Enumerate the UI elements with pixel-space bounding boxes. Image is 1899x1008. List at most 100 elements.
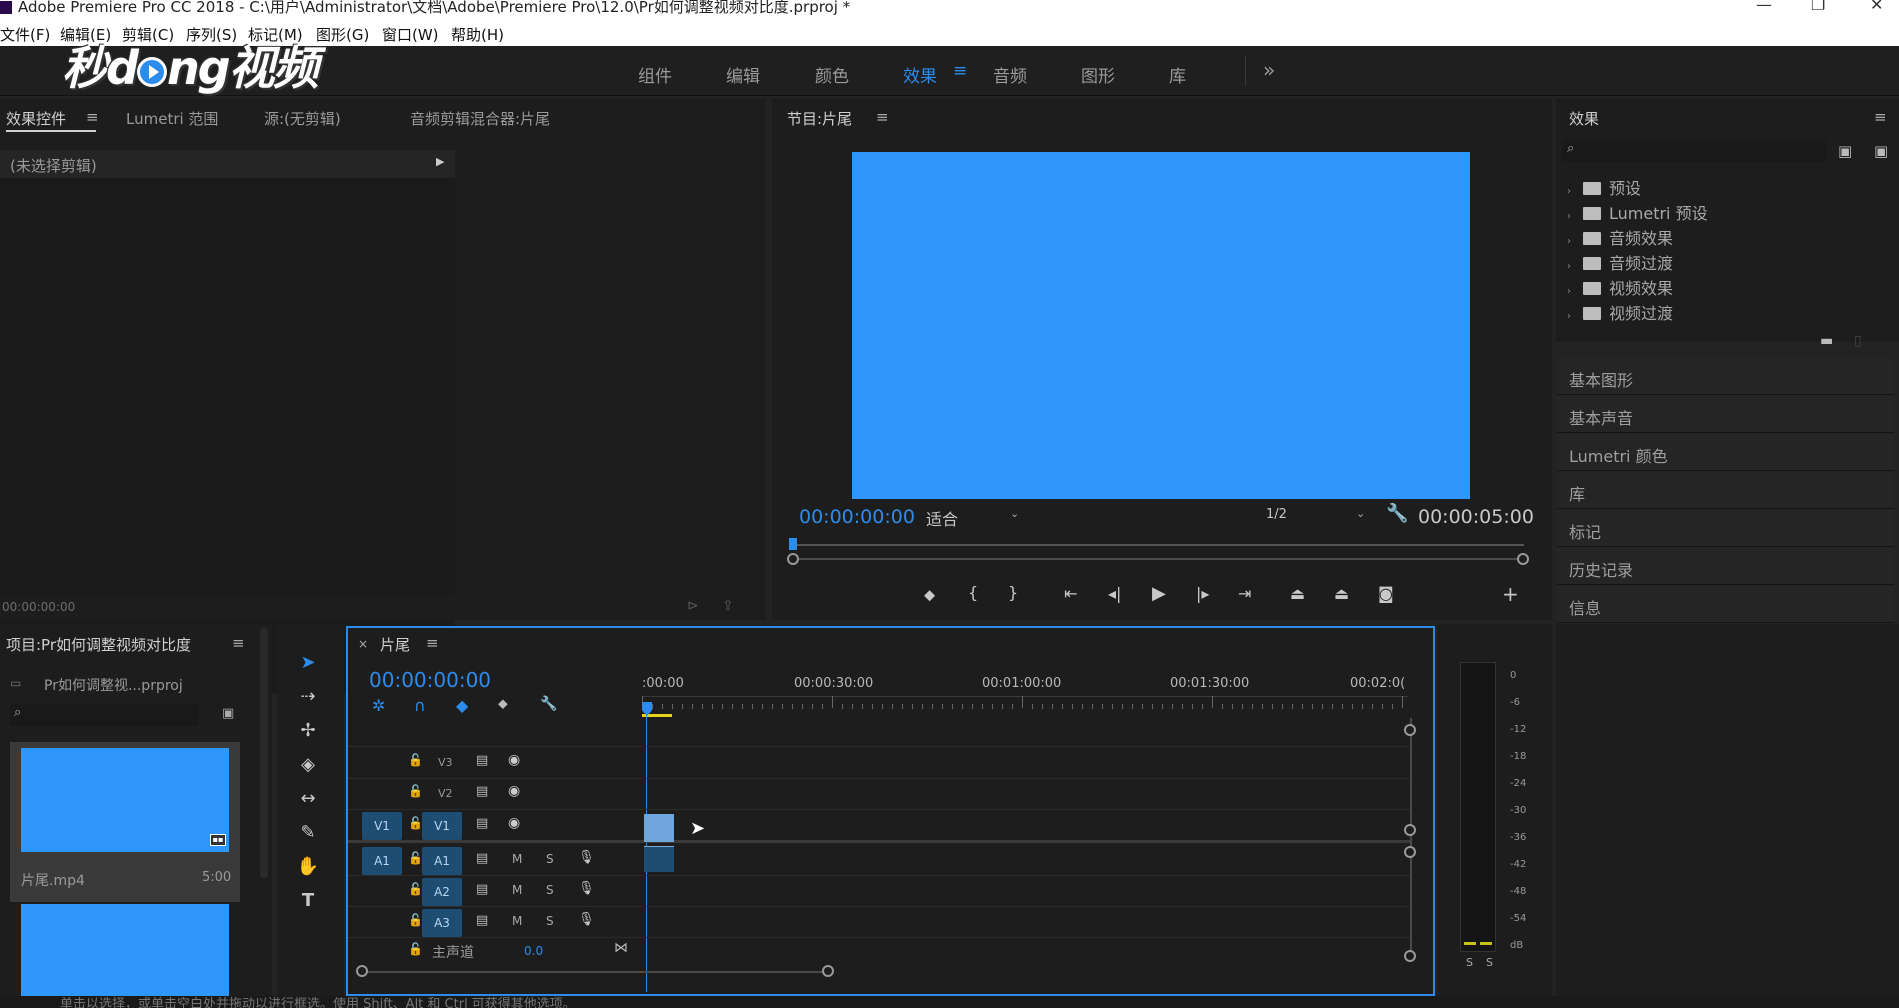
- tab-lumetri-scopes[interactable]: Lumetri 范围: [126, 108, 218, 129]
- program-menu-icon[interactable]: ≡: [876, 108, 889, 126]
- solo-button[interactable]: S: [546, 852, 554, 866]
- project-scrollbar[interactable]: [260, 628, 268, 878]
- effects-folder-audio-transitions[interactable]: › 音频过渡: [1567, 250, 1673, 274]
- pen-tool-icon[interactable]: ✎: [296, 822, 320, 846]
- menu-help[interactable]: 帮助(H): [451, 24, 504, 45]
- zoom-handle-left[interactable]: [787, 553, 799, 565]
- wrench-icon[interactable]: 🔧: [1386, 503, 1408, 524]
- close-tab-icon[interactable]: ×: [358, 637, 368, 651]
- track-target-v1[interactable]: V1: [422, 812, 462, 840]
- mute-button[interactable]: M: [512, 914, 522, 928]
- nest-icon[interactable]: ✲: [372, 696, 385, 715]
- vscroll-handle-bottom[interactable]: [1404, 950, 1416, 962]
- video-clip[interactable]: [644, 814, 674, 842]
- workspace-color[interactable]: 颜色: [815, 62, 849, 87]
- effects-menu-icon[interactable]: ≡: [1874, 108, 1887, 126]
- expand-arrow-icon[interactable]: ▶: [436, 155, 444, 168]
- vscroll-handle-video[interactable]: [1404, 824, 1416, 836]
- accelerated-effects-icon[interactable]: ▣: [1838, 142, 1852, 160]
- program-monitor-title[interactable]: 节目:片尾: [787, 108, 852, 129]
- microphone-icon[interactable]: 🎙: [578, 850, 595, 865]
- section-libraries[interactable]: 库: [1557, 472, 1894, 509]
- snap-magnet-icon[interactable]: ∩: [414, 696, 426, 715]
- type-tool-icon[interactable]: T: [296, 890, 320, 914]
- lock-icon[interactable]: 🔓: [408, 942, 423, 956]
- track-target-a1[interactable]: A1: [422, 847, 462, 875]
- lock-icon[interactable]: 🔓: [408, 913, 423, 927]
- clip-thumbnail-card[interactable]: ▪▪ 片尾.mp4 5:00: [10, 742, 240, 902]
- workspace-audio[interactable]: 音频: [993, 62, 1027, 87]
- timeline-title[interactable]: 片尾: [380, 634, 410, 655]
- workspace-editing[interactable]: 编辑: [726, 62, 760, 87]
- track-target-a3[interactable]: A3: [422, 909, 462, 937]
- eye-icon[interactable]: ◉: [508, 815, 520, 831]
- solo-left-button[interactable]: S: [1466, 956, 1473, 969]
- sync-lock-icon[interactable]: ▤: [476, 784, 488, 799]
- add-button-icon[interactable]: +: [1502, 582, 1519, 606]
- master-volume-value[interactable]: 0.0: [524, 944, 543, 958]
- sync-lock-icon[interactable]: ▤: [476, 753, 488, 768]
- step-back-icon[interactable]: ◂|: [1108, 584, 1121, 603]
- effect-controls-menu-icon[interactable]: ≡: [86, 108, 99, 126]
- microphone-icon[interactable]: 🎙: [578, 881, 595, 896]
- selection-tool-icon[interactable]: ➤: [296, 652, 320, 676]
- solo-button[interactable]: S: [546, 914, 554, 928]
- timeline-horizontal-scroll[interactable]: [362, 971, 826, 973]
- workspace-effects[interactable]: 效果: [903, 62, 937, 87]
- export-icon[interactable]: ⇪: [722, 598, 734, 614]
- timeline-vertical-scroll[interactable]: [1410, 718, 1412, 958]
- new-bin-icon[interactable]: ▬: [1820, 333, 1833, 349]
- add-marker-icon[interactable]: ⬥: [498, 696, 508, 712]
- section-lumetri-color[interactable]: Lumetri 颜色: [1557, 434, 1894, 471]
- source-patch-v1[interactable]: V1: [362, 812, 402, 840]
- mark-in-icon[interactable]: {: [968, 583, 978, 602]
- track-target-a2[interactable]: A2: [422, 878, 462, 906]
- menu-window[interactable]: 窗口(W): [382, 24, 439, 45]
- workspace-more-icon[interactable]: »: [1263, 58, 1275, 82]
- minimize-button[interactable]: —: [1756, 0, 1772, 13]
- hscroll-handle-left[interactable]: [356, 965, 368, 977]
- slip-tool-icon[interactable]: ↔: [296, 788, 320, 812]
- effects-folder-lumetri-presets[interactable]: › Lumetri 预设: [1567, 200, 1708, 224]
- lift-icon[interactable]: ⏏: [1290, 584, 1305, 603]
- project-menu-icon[interactable]: ≡: [232, 634, 245, 652]
- hscroll-handle-right[interactable]: [822, 965, 834, 977]
- lock-icon[interactable]: 🔓: [408, 816, 423, 830]
- track-select-tool-icon[interactable]: ⇢: [296, 686, 320, 710]
- tab-effect-controls[interactable]: 效果控件: [6, 108, 66, 129]
- sync-lock-icon[interactable]: ▤: [476, 851, 488, 866]
- lock-icon[interactable]: 🔓: [408, 784, 423, 798]
- clip-thumbnail-2[interactable]: [21, 904, 229, 1002]
- go-to-out-icon[interactable]: ⇥: [1238, 584, 1251, 603]
- mute-button[interactable]: M: [512, 852, 522, 866]
- mark-out-icon[interactable]: }: [1008, 583, 1018, 602]
- mute-button[interactable]: M: [512, 883, 522, 897]
- section-essential-sound[interactable]: 基本声音: [1557, 396, 1894, 433]
- eye-icon[interactable]: ◉: [508, 752, 520, 768]
- master-go-icon[interactable]: ⋈: [614, 940, 628, 956]
- fit-dropdown[interactable]: 适合 ⌄: [926, 504, 1026, 529]
- monitor-playhead[interactable]: [789, 538, 797, 550]
- hand-tool-icon[interactable]: ✋: [296, 856, 320, 880]
- play-icon[interactable]: ▶: [1152, 583, 1166, 604]
- workspace-graphics[interactable]: 图形: [1081, 62, 1115, 87]
- effects-folder-audio-effects[interactable]: › 音频效果: [1567, 225, 1673, 249]
- workspace-libraries[interactable]: 库: [1169, 62, 1186, 87]
- playhead-timecode[interactable]: 00:00:00:00: [799, 506, 915, 528]
- monitor-zoom-bar[interactable]: [792, 558, 1520, 560]
- sync-lock-icon[interactable]: ▤: [476, 882, 488, 897]
- effects-folder-presets[interactable]: › 预设: [1567, 175, 1641, 199]
- audio-clip[interactable]: [644, 846, 674, 872]
- restore-button[interactable]: ❐: [1811, 0, 1825, 13]
- trash-icon[interactable]: ▯: [1854, 333, 1862, 349]
- zoom-handle-right[interactable]: [1517, 553, 1529, 565]
- section-essential-graphics[interactable]: 基本图形: [1557, 358, 1894, 395]
- timeline-ruler[interactable]: :00:00 00:00:30:00 00:01:00:00 00:01:30:…: [642, 676, 1408, 716]
- effects-folder-video-transitions[interactable]: › 视频过渡: [1567, 300, 1673, 324]
- menu-file[interactable]: 文件(F): [0, 24, 50, 45]
- lock-icon[interactable]: 🔓: [408, 882, 423, 896]
- extract-icon[interactable]: ⏏: [1334, 584, 1349, 603]
- go-to-in-icon[interactable]: ⇤: [1064, 584, 1077, 603]
- camera-icon[interactable]: ◙: [1378, 584, 1394, 603]
- project-search-input[interactable]: ⌕: [10, 704, 198, 726]
